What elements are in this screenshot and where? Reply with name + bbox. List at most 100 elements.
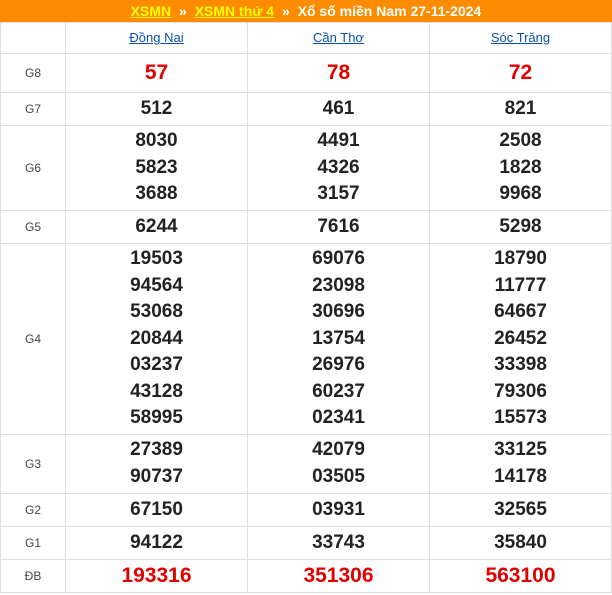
corner-cell	[0, 22, 66, 54]
prize-cell: 5298	[429, 210, 612, 244]
prize-number: 35840	[494, 531, 547, 553]
prize-rows: G8 57 78 72 G7 512 461 821 G6 8030 5823 3688 4491 432…	[0, 53, 612, 593]
prize-row-g8: G8 57 78 72	[0, 53, 612, 93]
breadcrumb-link-xsmn[interactable]: XSMN	[131, 3, 171, 19]
prize-label: G4	[0, 243, 66, 435]
prize-number: 11777	[494, 274, 547, 296]
prize-row-g7: G7 512 461 821	[0, 92, 612, 126]
prize-cell: 72	[429, 53, 612, 93]
prize-number: 5823	[135, 156, 178, 178]
prize-cell: 4491 4326 3157	[247, 125, 430, 211]
prize-cell: 32565	[429, 493, 612, 527]
province-cell: Sóc Trăng	[429, 22, 612, 54]
lottery-results-panel: XSMN » XSMN thứ 4 » Xổ số miền Nam 27-11…	[0, 0, 612, 595]
prize-number: 821	[504, 97, 537, 119]
prize-cell: 18790 11777 64667 26452 33398 79306 15573	[429, 243, 612, 435]
prize-number: 32565	[494, 498, 547, 520]
province-cell: Đồng Nai	[65, 22, 248, 54]
prize-number: 4326	[317, 156, 360, 178]
prize-number: 03505	[312, 466, 365, 487]
prize-number: 57	[144, 60, 169, 84]
prize-cell: 78	[247, 53, 430, 93]
results-table: Đồng Nai Cần Thơ Sóc Trăng G8 57 78 72 G7 512…	[0, 22, 612, 593]
prize-number: 27389	[130, 439, 183, 461]
prize-cell: 2508 1828 9968	[429, 125, 612, 211]
province-header-row: Đồng Nai Cần Thơ Sóc Trăng	[0, 22, 612, 54]
breadcrumb-header: XSMN » XSMN thứ 4 » Xổ số miền Nam 27-11…	[0, 0, 612, 22]
prize-number: 43128	[130, 380, 183, 402]
prize-number: 14178	[494, 466, 547, 487]
prize-cell: 42079 03505	[247, 434, 430, 494]
prize-label: G7	[0, 92, 66, 126]
prize-number: 64667	[494, 301, 547, 323]
prize-row-g3: G3 27389 90737 42079 03505 33125 14178	[0, 434, 612, 494]
prize-number: 8030	[135, 130, 178, 152]
prize-cell: 57	[65, 53, 248, 93]
prize-cell: 512	[65, 92, 248, 126]
prize-cell: 69076 23098 30696 13754 26976 60237 02341	[247, 243, 430, 435]
prize-number: 69076	[312, 247, 365, 269]
prize-number: 03931	[312, 498, 365, 520]
prize-label: G6	[0, 125, 66, 211]
prize-number: 19503	[130, 247, 183, 269]
prize-number: 2508	[499, 130, 542, 152]
prize-number: 4491	[317, 130, 360, 152]
prize-cell: 67150	[65, 493, 248, 527]
prize-cell: 821	[429, 92, 612, 126]
prize-row-g6: G6 8030 5823 3688 4491 4326 3157 2508 1828 9968	[0, 125, 612, 211]
province-link-soc-trang[interactable]: Sóc Trăng	[491, 30, 550, 45]
prize-row-g1: G1 94122 33743 35840	[0, 526, 612, 560]
prize-number: 33743	[312, 531, 365, 553]
prize-number: 60237	[312, 380, 365, 402]
prize-number: 33125	[494, 439, 547, 461]
prize-number: 13754	[312, 327, 365, 349]
prize-number: 58995	[130, 407, 183, 429]
province-link-can-tho[interactable]: Cần Thơ	[313, 30, 364, 45]
prize-cell: 33743	[247, 526, 430, 560]
prize-number: 79306	[494, 380, 547, 402]
prize-cell: 193316	[65, 559, 248, 593]
prize-number: 5298	[499, 215, 542, 237]
prize-number: 15573	[494, 407, 547, 429]
prize-number: 26976	[312, 354, 365, 376]
province-cell: Cần Thơ	[247, 22, 430, 54]
prize-number: 1828	[499, 156, 542, 178]
prize-cell: 7616	[247, 210, 430, 244]
prize-label: G5	[0, 210, 66, 244]
prize-cell: 6244	[65, 210, 248, 244]
breadcrumb-separator: »	[281, 3, 290, 19]
prize-number: 7616	[317, 215, 360, 237]
prize-label: G8	[0, 53, 66, 93]
prize-number: 18790	[494, 247, 547, 269]
prize-cell: 35840	[429, 526, 612, 560]
prize-cell: 94122	[65, 526, 248, 560]
prize-row-db: ĐB 193316 351306 563100	[0, 559, 612, 593]
prize-row-g2: G2 67150 03931 32565	[0, 493, 612, 527]
prize-number: 94122	[130, 531, 183, 553]
prize-number: 67150	[130, 498, 183, 520]
prize-number: 351306	[303, 563, 374, 587]
prize-cell: 33125 14178	[429, 434, 612, 494]
breadcrumb-separator: »	[179, 3, 187, 19]
prize-label: G1	[0, 526, 66, 560]
prize-cell: 03931	[247, 493, 430, 527]
prize-number: 03237	[130, 354, 183, 376]
prize-number: 193316	[121, 563, 192, 587]
province-link-dong-nai[interactable]: Đồng Nai	[129, 30, 183, 45]
prize-number: 30696	[312, 301, 365, 323]
page-title: Xổ số miền Nam 27-11-2024	[297, 3, 482, 19]
prize-cell: 461	[247, 92, 430, 126]
prize-number: 563100	[485, 563, 556, 587]
breadcrumb-link-xsmn-thu4[interactable]: XSMN thứ 4	[195, 3, 274, 19]
prize-row-g5: G5 6244 7616 5298	[0, 210, 612, 244]
prize-number: 6244	[135, 215, 178, 237]
prize-number: 94564	[130, 274, 183, 296]
prize-number: 23098	[312, 274, 365, 296]
prize-cell: 563100	[429, 559, 612, 593]
prize-number: 20844	[130, 327, 183, 349]
prize-row-g4: G4 19503 94564 53068 20844 03237 43128 58995 690…	[0, 243, 612, 435]
prize-label: G2	[0, 493, 66, 527]
prize-label: ĐB	[0, 559, 66, 593]
prize-label: G3	[0, 434, 66, 494]
prize-number: 3157	[317, 183, 360, 205]
